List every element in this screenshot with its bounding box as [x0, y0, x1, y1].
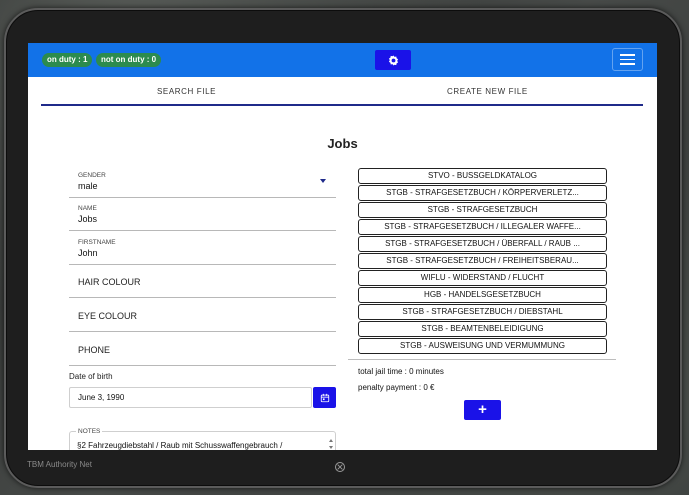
firstname-field[interactable]: FIRSTNAME John: [69, 232, 336, 265]
add-button[interactable]: +: [464, 400, 501, 420]
file-tabs: SEARCH FILE CREATE NEW FILE: [41, 77, 643, 106]
penalty-payment: penalty payment : 0 €: [358, 383, 435, 392]
notes-textarea[interactable]: NOTES §2 Fahrzeugdiebstahl / Raub mit Sc…: [69, 428, 336, 450]
tab-search-file[interactable]: SEARCH FILE: [157, 87, 216, 96]
not-on-duty-badge: not on duty : 0: [96, 53, 162, 67]
menu-button[interactable]: [612, 48, 643, 71]
calendar-button[interactable]: [313, 387, 336, 408]
total-jail-time: total jail time : 0 minutes: [358, 367, 444, 376]
law-button[interactable]: STGB - AUSWEISUNG UND VERMUMMUNG: [358, 338, 607, 354]
chevron-down-icon: [320, 179, 326, 183]
law-button[interactable]: STGB - STRAFGESETZBUCH / ÜBERFALL / RAUB…: [358, 236, 607, 252]
firstname-value: John: [78, 248, 98, 258]
notes-value: §2 Fahrzeugdiebstahl / Raub mit Schusswa…: [77, 441, 283, 450]
hair-colour-placeholder: HAIR COLOUR: [78, 277, 141, 287]
name-label: NAME: [78, 205, 97, 212]
dob-input[interactable]: June 3, 1990: [69, 387, 312, 408]
calendar-icon: [320, 393, 329, 402]
app-screen: on duty : 1 not on duty : 0 SEARCH FILE …: [28, 43, 657, 450]
top-bar: on duty : 1 not on duty : 0: [28, 43, 657, 77]
eye-colour-field[interactable]: EYE COLOUR: [69, 299, 336, 332]
notes-label: NOTES: [76, 428, 103, 435]
phone-field[interactable]: PHONE: [69, 333, 336, 366]
gender-select[interactable]: GENDER male: [69, 165, 336, 198]
law-button[interactable]: STGB - BEAMTENBELEIDIGUNG: [358, 321, 607, 337]
settings-button[interactable]: [375, 50, 411, 70]
law-button[interactable]: STGB - STRAFGESETZBUCH / FREIHEITSBERAU.…: [358, 253, 607, 269]
law-list: STVO - BUSSGELDKATALOG STGB - STRAFGESET…: [358, 168, 607, 355]
home-button[interactable]: [335, 462, 345, 472]
firstname-label: FIRSTNAME: [78, 239, 116, 246]
name-value: Jobs: [78, 214, 98, 224]
hamburger-icon: [620, 54, 635, 56]
law-button[interactable]: STVO - BUSSGELDKATALOG: [358, 168, 607, 184]
hair-colour-field[interactable]: HAIR COLOUR: [69, 265, 336, 298]
page-title: Jobs: [327, 136, 358, 151]
close-circle-icon: [337, 464, 343, 470]
dob-label: Date of birth: [69, 372, 113, 381]
law-button[interactable]: STGB - STRAFGESETZBUCH: [358, 202, 607, 218]
on-duty-badge: on duty : 1: [42, 53, 93, 67]
law-button[interactable]: WIFLU - WIDERSTAND / FLUCHT: [358, 270, 607, 286]
law-button[interactable]: STGB - STRAFGESETZBUCH / DIEBSTAHL: [358, 304, 607, 320]
name-field[interactable]: NAME Jobs: [69, 198, 336, 231]
law-button[interactable]: STGB - STRAFGESETZBUCH / KÖRPERVERLETZ..…: [358, 185, 607, 201]
summary-divider: [348, 359, 616, 360]
gender-label: GENDER: [78, 172, 106, 179]
gear-icon: [388, 54, 398, 66]
tab-create-new-file[interactable]: CREATE NEW FILE: [447, 87, 528, 96]
law-button[interactable]: HGB - HANDELSGESETZBUCH: [358, 287, 607, 303]
eye-colour-placeholder: EYE COLOUR: [78, 311, 138, 321]
footer-brand: TBM Authority Net: [27, 460, 92, 469]
law-button[interactable]: STGB - STRAFGESETZBUCH / ILLEGALER WAFFE…: [358, 219, 607, 235]
scroll-arrows-icon[interactable]: [329, 438, 333, 450]
phone-placeholder: PHONE: [78, 345, 111, 355]
gender-value: male: [78, 181, 98, 191]
